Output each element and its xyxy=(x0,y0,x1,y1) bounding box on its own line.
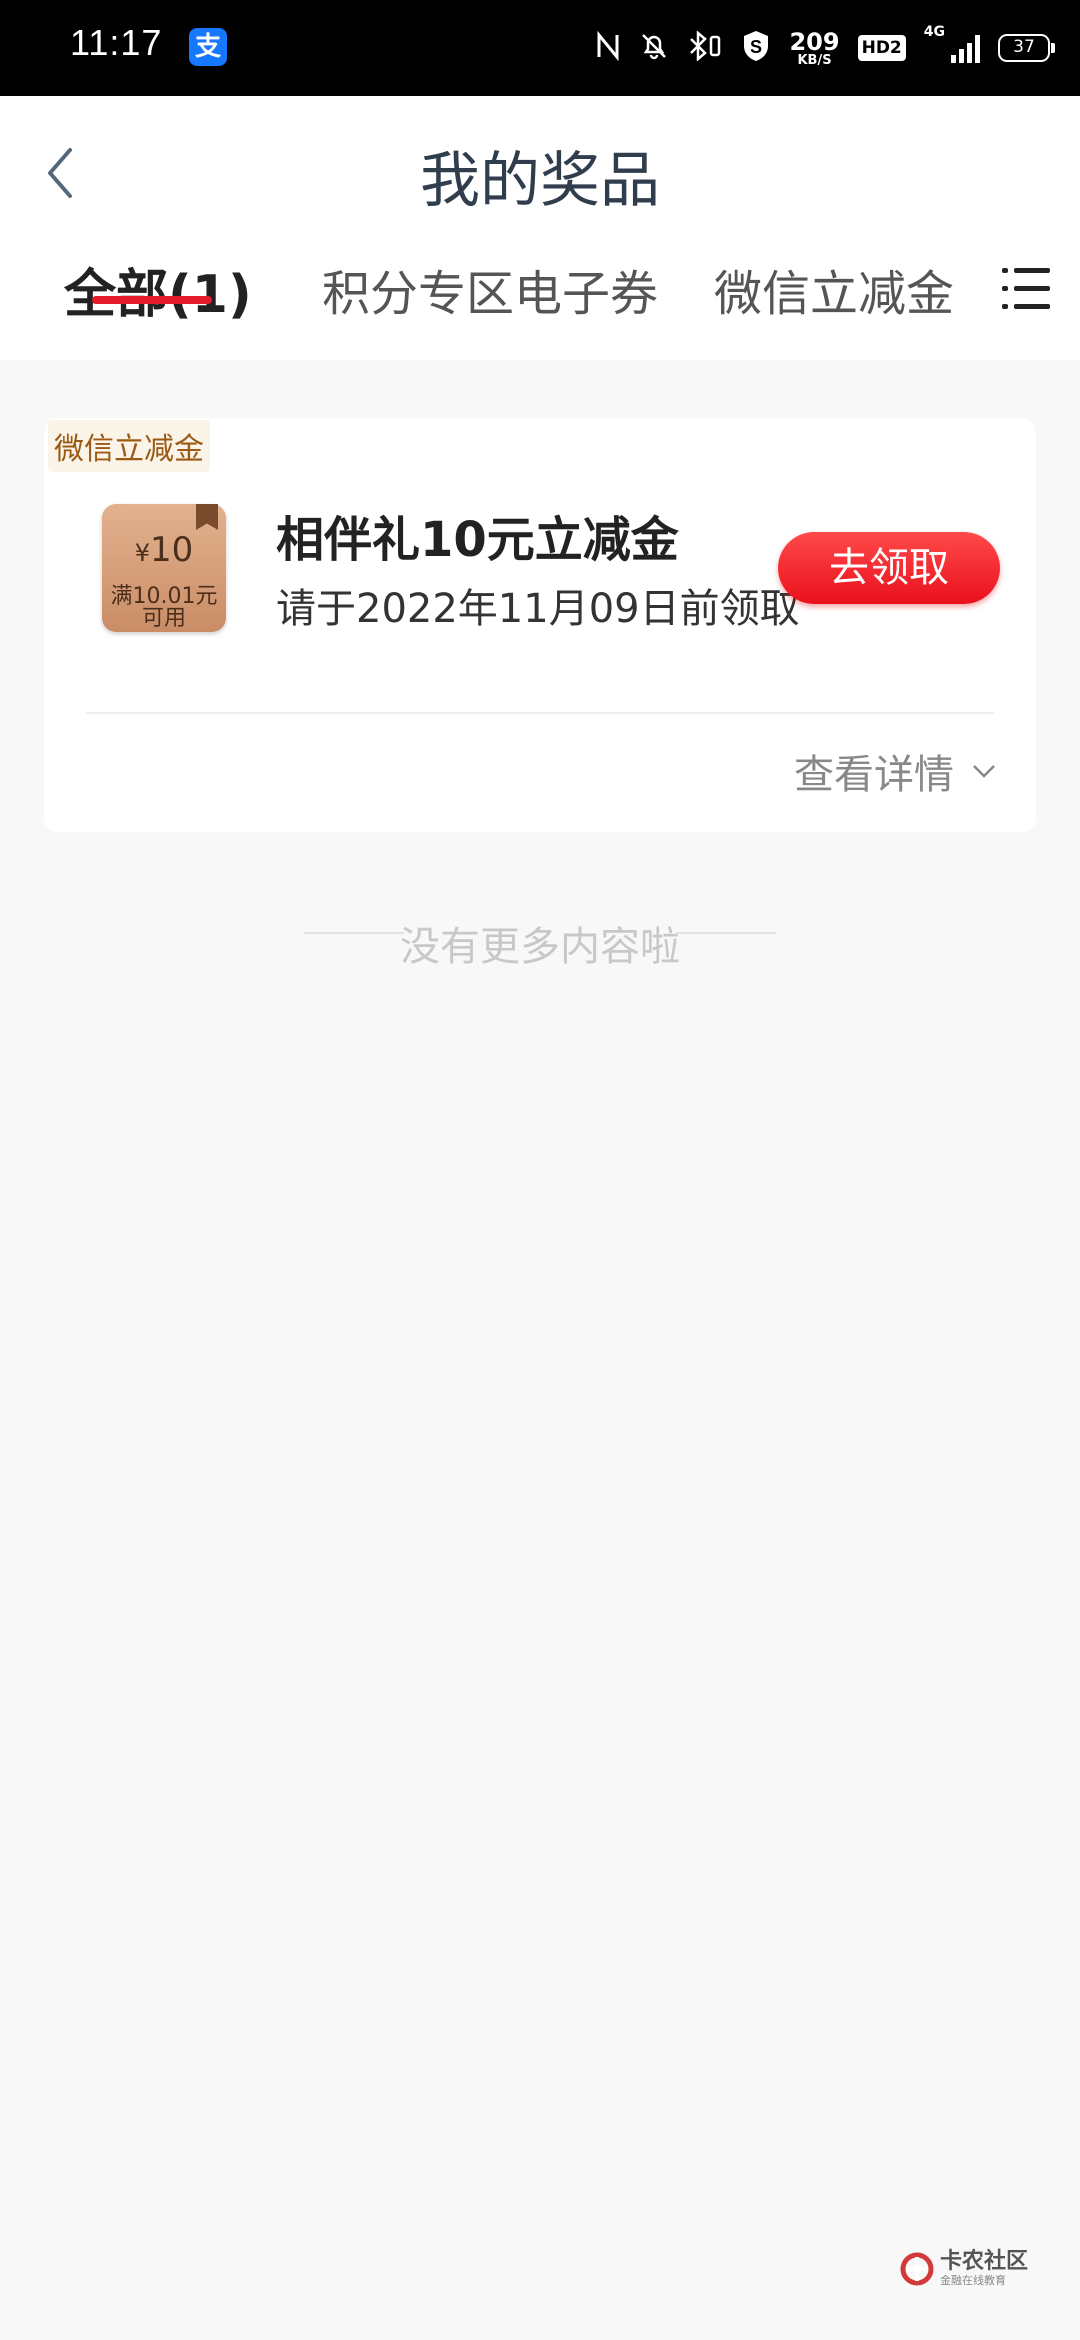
tab-wechat-discount[interactable]: 微信立减金 xyxy=(714,254,954,324)
svg-text:S: S xyxy=(750,37,762,57)
coupon-condition-line2: 可用 xyxy=(141,606,186,631)
page-title: 我的奖品 xyxy=(420,146,660,216)
chevron-down-icon xyxy=(973,765,995,778)
status-bar: 11:17 支 S 209 KB/S HD2 4G 37 xyxy=(0,0,1080,96)
watermark-name: 卡农社区 xyxy=(940,2249,1029,2274)
list-end-text: 没有更多内容啦 xyxy=(400,924,680,970)
view-details-label: 查看详情 xyxy=(794,752,954,798)
view-details-link[interactable]: 查看详情 xyxy=(794,742,996,800)
network-type: 4G xyxy=(923,24,945,40)
shield-s-icon: S xyxy=(741,29,771,68)
coupon-amount: ¥10 xyxy=(102,530,226,570)
hd-badge: HD2 xyxy=(857,35,906,61)
prize-card: 微信立减金 ¥10 满10.01元 可用 相伴礼10元立减金 请于2022年11… xyxy=(44,418,1036,832)
prize-deadline: 请于2022年11月09日前领取 xyxy=(276,586,800,632)
status-icons: S 209 KB/S HD2 4G 37 xyxy=(595,24,1055,72)
speed-value: 209 xyxy=(789,27,840,56)
network-speed: 209 KB/S xyxy=(789,30,839,67)
alipay-icon: 支 xyxy=(189,28,227,66)
coupon-icon: ¥10 满10.01元 可用 xyxy=(102,504,226,632)
claim-button[interactable]: 去领取 xyxy=(778,532,1000,604)
bookmark-ribbon-icon xyxy=(196,504,218,530)
prize-category-tag: 微信立减金 xyxy=(48,420,210,472)
status-time: 11:17 xyxy=(70,22,163,63)
signal-icon xyxy=(951,33,980,63)
bluetooth-icon xyxy=(687,29,723,66)
menu-list-icon[interactable] xyxy=(1002,266,1050,312)
watermark-text: 卡农社区 金融在线教育 xyxy=(940,2250,1028,2288)
tab-points-coupons[interactable]: 积分专区电子券 xyxy=(322,254,658,324)
page-header: 我的奖品 全部(1) 积分专区电子券 微信立减金 xyxy=(0,96,1080,360)
coupon-currency: ¥ xyxy=(134,539,150,567)
speed-unit: KB/S xyxy=(797,52,832,68)
coupon-amount-value: 10 xyxy=(150,530,194,570)
prize-title: 相伴礼10元立减金 xyxy=(276,512,679,568)
watermark: 卡农社区 金融在线教育 xyxy=(900,2250,1028,2288)
coupon-condition-line1: 满10.01元 xyxy=(110,584,218,609)
watermark-tagline: 金融在线教育 xyxy=(940,2274,1006,2287)
nfc-icon xyxy=(595,30,621,66)
kanong-logo-icon xyxy=(900,2252,934,2286)
active-tab-indicator xyxy=(92,296,212,304)
tab-all[interactable]: 全部(1) xyxy=(64,252,252,327)
bell-muted-icon xyxy=(639,31,669,66)
card-divider xyxy=(86,712,994,714)
battery-icon: 37 xyxy=(998,34,1055,62)
coupon-condition: 满10.01元 可用 xyxy=(102,586,226,630)
